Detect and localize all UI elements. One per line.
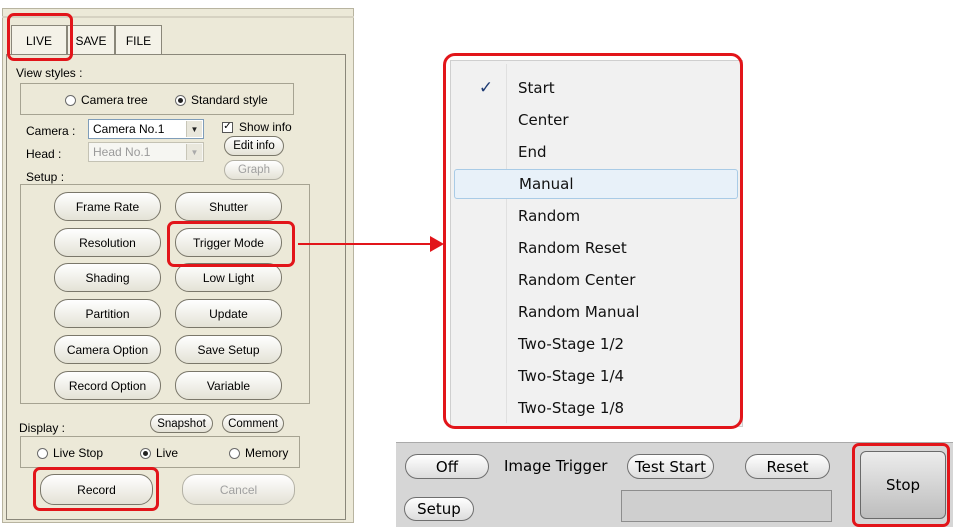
edit-info-button[interactable]: Edit info xyxy=(224,136,284,156)
show-info-checkbox[interactable]: ✓ Show info xyxy=(222,120,292,134)
save-setup-button[interactable]: Save Setup xyxy=(175,335,282,364)
variable-button[interactable]: Variable xyxy=(175,371,282,400)
radio-button[interactable] xyxy=(229,447,240,459)
resolution-button[interactable]: Resolution xyxy=(54,228,161,257)
head-select-value: Head No.1 xyxy=(93,145,151,159)
cancel-label: Cancel xyxy=(219,482,258,497)
reset-label: Reset xyxy=(766,457,809,476)
button-label: Variable xyxy=(206,378,251,393)
view-styles-label: View styles : xyxy=(16,66,83,80)
chevron-down-icon[interactable]: ▼ xyxy=(186,144,202,160)
stop-highlight xyxy=(852,443,950,527)
radio-button[interactable] xyxy=(37,447,48,459)
memory-radio[interactable]: Memory xyxy=(229,446,288,460)
button-label: Record Option xyxy=(68,378,147,393)
radio-button[interactable] xyxy=(65,94,76,106)
snapshot-button[interactable]: Snapshot xyxy=(150,414,213,433)
tab-label: FILE xyxy=(125,33,152,48)
button-label: Partition xyxy=(85,306,130,321)
camera-tree-label: Camera tree xyxy=(81,93,148,107)
low-light-button[interactable]: Low Light xyxy=(175,263,282,292)
reset-button[interactable]: Reset xyxy=(745,454,830,479)
annotation-arrow-head-icon xyxy=(430,236,444,252)
test-start-button[interactable]: Test Start xyxy=(627,454,714,479)
graph-button[interactable]: Graph xyxy=(224,160,284,180)
test-start-label: Test Start xyxy=(635,457,706,476)
update-button[interactable]: Update xyxy=(175,299,282,328)
tab-label: SAVE xyxy=(75,33,107,48)
camera-select[interactable]: Camera No.1 ▼ xyxy=(88,119,204,139)
show-info-label: Show info xyxy=(239,120,292,134)
comment-label: Comment xyxy=(228,417,278,430)
frame-rate-button[interactable]: Frame Rate xyxy=(54,192,161,221)
button-label: Save Setup xyxy=(197,342,260,357)
standard-style-label: Standard style xyxy=(191,93,268,107)
button-label: Resolution xyxy=(79,235,136,250)
image-trigger-label: Image Trigger xyxy=(504,457,608,475)
off-button[interactable]: Off xyxy=(405,454,489,479)
record-option-button[interactable]: Record Option xyxy=(54,371,161,400)
live-radio[interactable]: Live xyxy=(140,446,178,460)
chevron-down-icon[interactable]: ▼ xyxy=(186,121,202,137)
live-label: Live xyxy=(156,446,179,460)
cancel-button[interactable]: Cancel xyxy=(182,474,295,505)
checkbox-checked-icon[interactable]: ✓ xyxy=(222,121,233,133)
standard-style-radio[interactable]: Standard style xyxy=(175,93,268,107)
button-label: Low Light xyxy=(202,270,255,285)
setup-label: Setup xyxy=(417,500,461,518)
radio-button[interactable] xyxy=(140,447,151,459)
live-stop-radio[interactable]: Live Stop xyxy=(37,446,103,460)
off-label: Off xyxy=(435,457,459,476)
shading-button[interactable]: Shading xyxy=(54,263,161,292)
trigger-mode-highlight xyxy=(167,221,295,267)
memory-label: Memory xyxy=(245,446,289,460)
live-stop-label: Live Stop xyxy=(53,446,104,460)
radio-button[interactable] xyxy=(175,94,186,106)
tab-file[interactable]: FILE xyxy=(115,25,162,55)
comment-button[interactable]: Comment xyxy=(222,414,284,433)
camera-label: Camera : xyxy=(26,124,76,138)
record-highlight xyxy=(33,467,159,511)
edit-info-label: Edit info xyxy=(233,140,275,152)
camera-select-value: Camera No.1 xyxy=(93,122,165,136)
head-select[interactable]: Head No.1 ▼ xyxy=(88,142,204,162)
tab-save[interactable]: SAVE xyxy=(67,25,115,55)
partition-button[interactable]: Partition xyxy=(54,299,161,328)
setup-button[interactable]: Setup xyxy=(404,497,474,521)
trigger-status-field xyxy=(621,490,832,522)
shutter-button[interactable]: Shutter xyxy=(175,192,282,221)
display-label: Display : xyxy=(19,421,66,435)
head-label: Head : xyxy=(26,147,62,161)
annotation-arrow-line xyxy=(298,243,431,245)
live-tab-highlight xyxy=(7,13,73,61)
camera-option-button[interactable]: Camera Option xyxy=(54,335,161,364)
snapshot-label: Snapshot xyxy=(157,417,206,430)
button-label: Frame Rate xyxy=(75,199,140,214)
graph-label: Graph xyxy=(238,164,270,176)
button-label: Shading xyxy=(85,270,130,285)
button-label: Update xyxy=(209,306,248,321)
camera-tree-radio[interactable]: Camera tree xyxy=(65,93,148,107)
button-label: Shutter xyxy=(209,199,248,214)
button-label: Camera Option xyxy=(66,342,149,357)
setup-label: Setup : xyxy=(26,170,65,184)
menu-highlight xyxy=(443,53,743,429)
